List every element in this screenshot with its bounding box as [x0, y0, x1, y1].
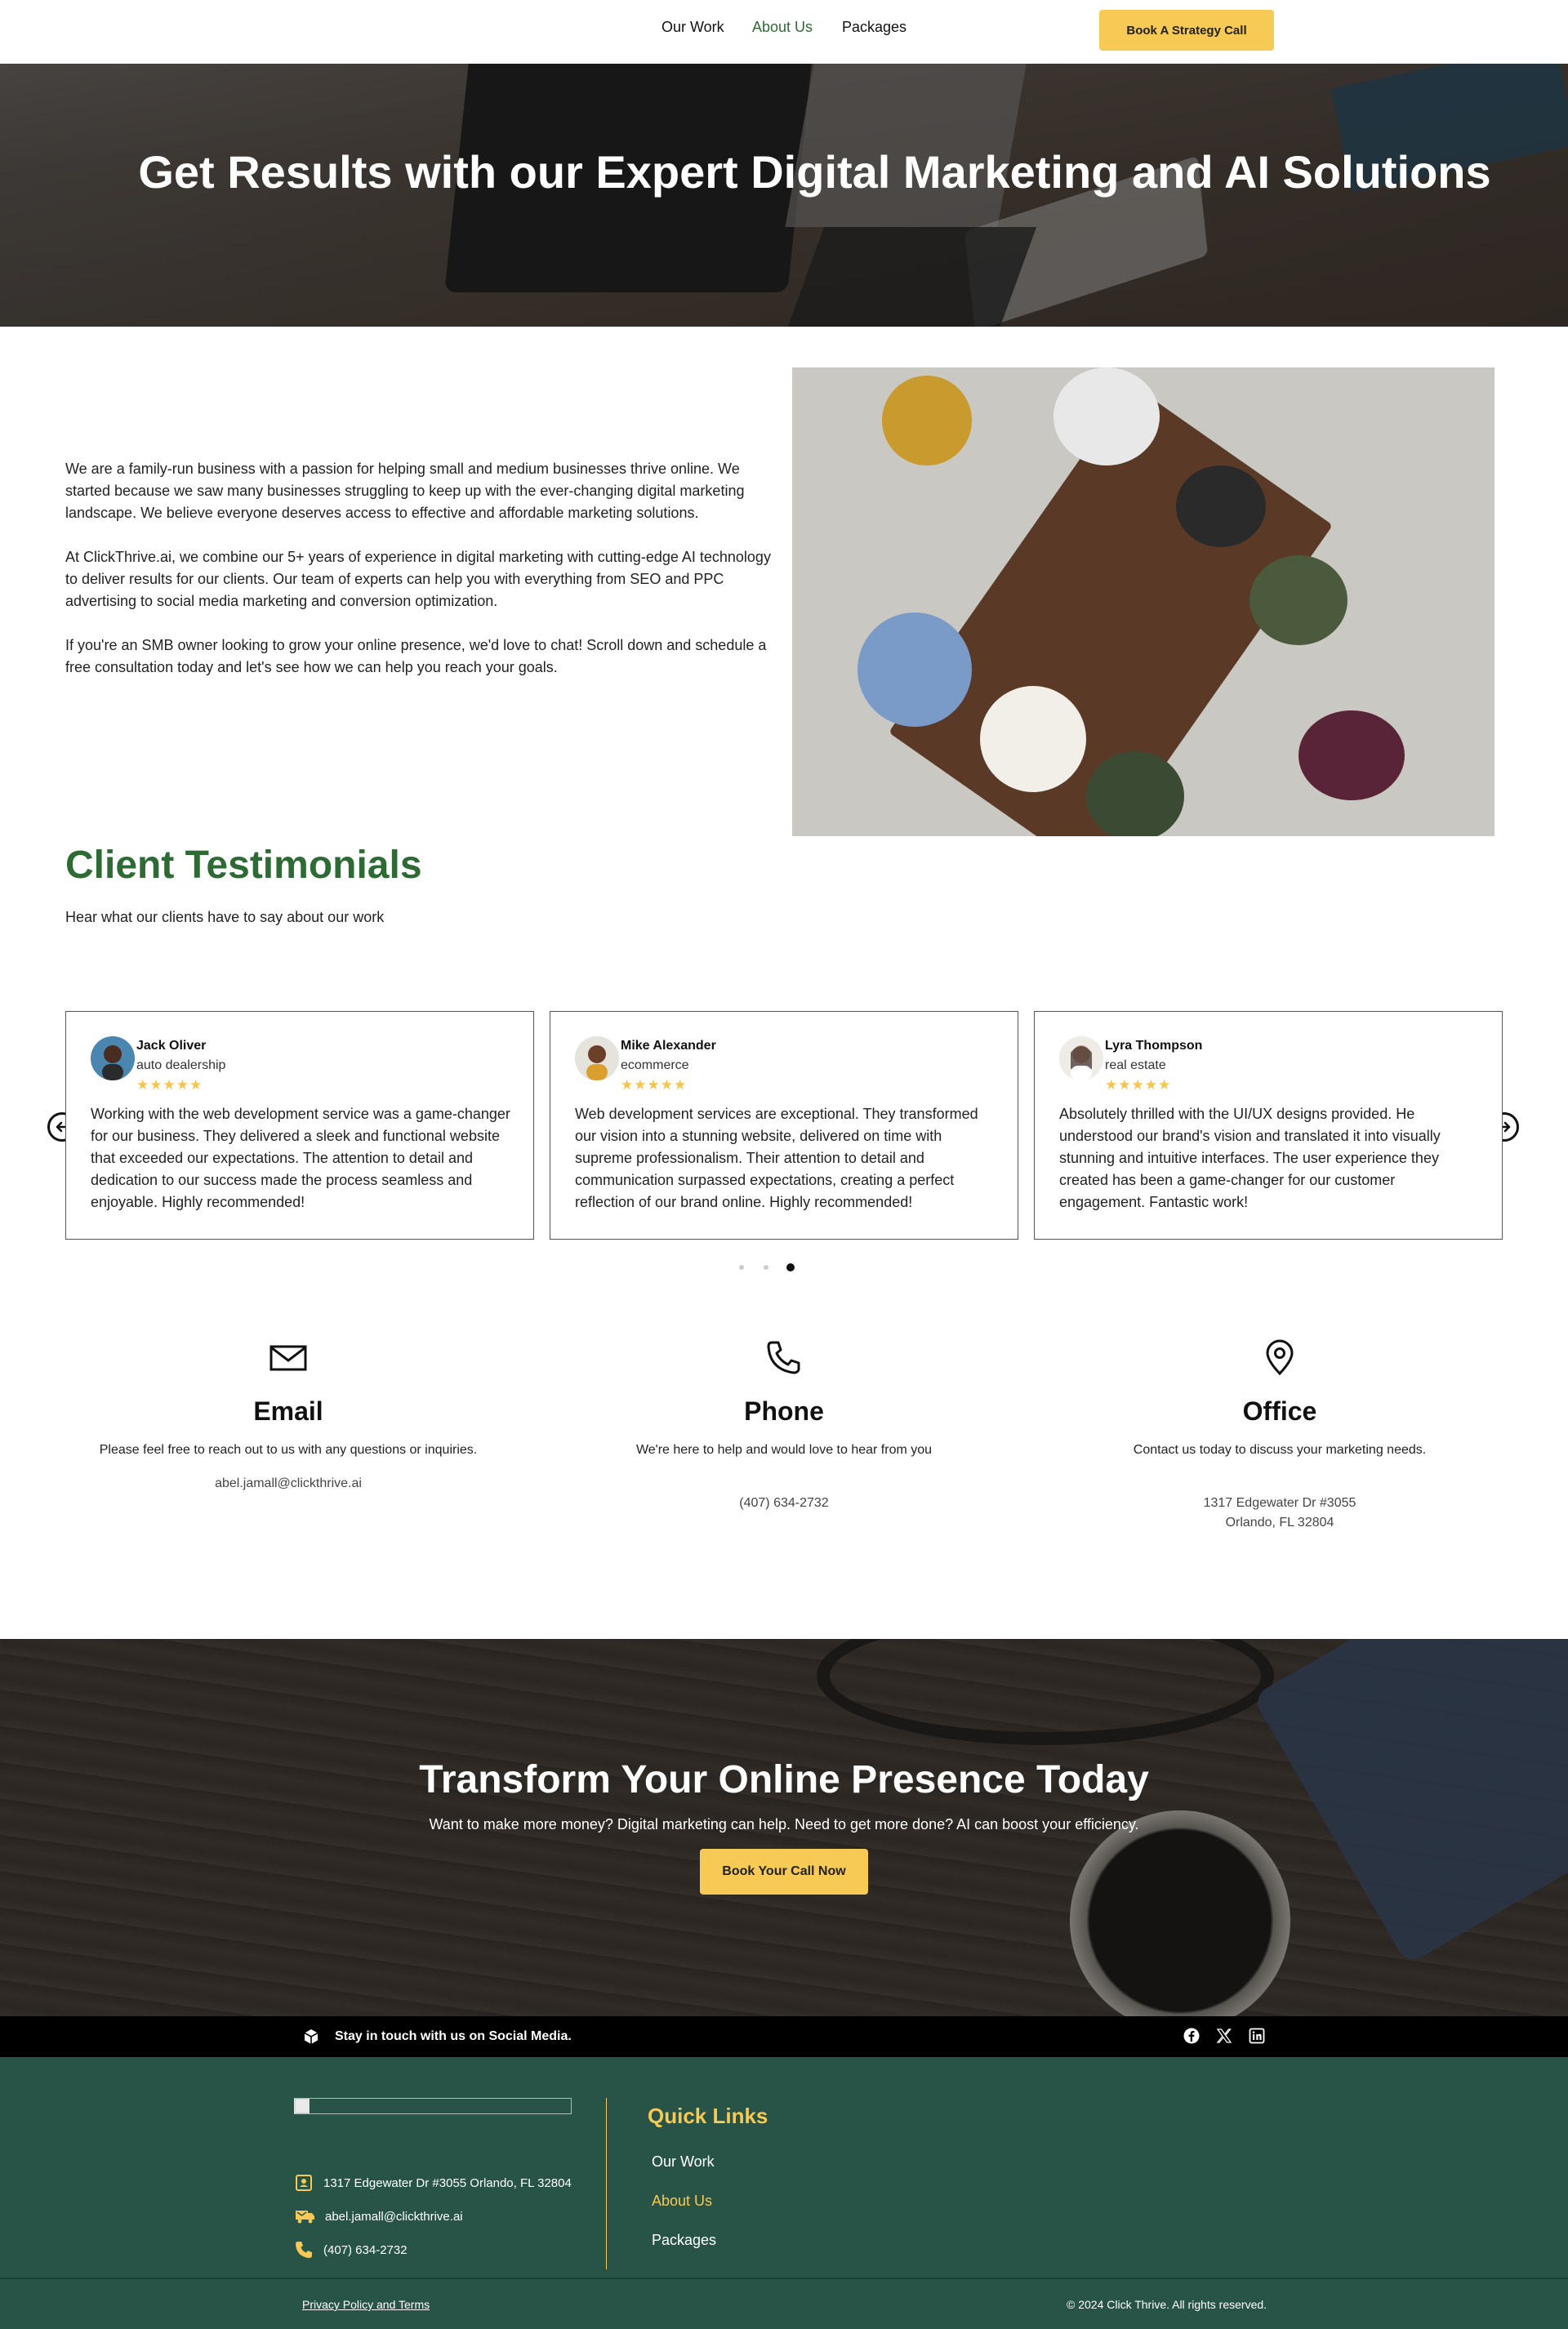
- about-paragraph: We are a family-run business with a pass…: [65, 461, 745, 521]
- nav-about-us[interactable]: About Us: [752, 19, 813, 36]
- cta-title: Transform Your Online Presence Today: [419, 1758, 1149, 1801]
- nav-packages[interactable]: Packages: [842, 19, 906, 36]
- about-paragraph: If you're an SMB owner looking to grow y…: [65, 637, 767, 675]
- reviewer-role: real estate: [1105, 1058, 1166, 1072]
- avatar: [1059, 1036, 1103, 1080]
- photo-person: [1298, 710, 1405, 800]
- contact-phone-value[interactable]: (407) 634-2732: [539, 1494, 1029, 1513]
- star-rating: ★★★★★: [136, 1077, 203, 1093]
- reviewer-name: Jack Oliver: [136, 1039, 207, 1053]
- address-line: Orlando, FL 32804: [1225, 1516, 1334, 1530]
- contact-email: Email Please feel free to reach out to u…: [43, 1339, 533, 1494]
- top-nav: Our Work About Us Packages Book A Strate…: [0, 0, 1568, 64]
- footer-link-about-us[interactable]: About Us: [652, 2193, 712, 2210]
- hero-title: Get Results with our Expert Digital Mark…: [138, 146, 1491, 198]
- reviewer-role: ecommerce: [621, 1058, 689, 1072]
- footer-address-row: 1317 Edgewater Dr #3055 Orlando, FL 3280…: [294, 2173, 572, 2193]
- mail-icon: [270, 1345, 307, 1371]
- reviewer-name: Mike Alexander: [621, 1039, 716, 1053]
- testimonials-subtitle: Hear what our clients have to say about …: [65, 909, 385, 925]
- team-meeting-photo: [792, 367, 1494, 836]
- footer-phone-row: (407) 634-2732: [294, 2240, 408, 2260]
- footer: 1317 Edgewater Dr #3055 Orlando, FL 3280…: [0, 2057, 1568, 2329]
- footer-divider: [606, 2098, 607, 2269]
- carousel-dot[interactable]: [739, 1265, 744, 1270]
- nav-our-work[interactable]: Our Work: [662, 19, 724, 36]
- testimonial-card: Jack Oliver auto dealership ★★★★★ Workin…: [65, 1011, 534, 1240]
- linkedin-icon[interactable]: [1248, 2027, 1266, 2045]
- footer-bottom-divider: [0, 2278, 1568, 2279]
- star-rating: ★★★★★: [621, 1077, 688, 1093]
- contact-card-icon: [296, 2175, 312, 2191]
- photo-person: [1086, 751, 1184, 836]
- contact-phone: Phone We're here to help and would love …: [539, 1339, 1029, 1513]
- footer-link-packages[interactable]: Packages: [652, 2232, 716, 2249]
- privacy-policy-link[interactable]: Privacy Policy and Terms: [302, 2298, 430, 2311]
- testimonials-title: Client Testimonials: [65, 844, 422, 887]
- facebook-icon[interactable]: [1183, 2027, 1200, 2045]
- carousel-dot-active[interactable]: [786, 1263, 795, 1271]
- social-message: Stay in touch with us on Social Media.: [335, 2029, 572, 2043]
- photo-person: [858, 612, 972, 727]
- footer-logo-image[interactable]: [294, 2098, 572, 2114]
- about-text: We are a family-run business with a pass…: [65, 458, 776, 701]
- reviewer-role: auto dealership: [136, 1058, 226, 1072]
- photo-person: [882, 376, 972, 465]
- contact-email-value[interactable]: abel.jamall@clickthrive.ai: [43, 1474, 533, 1494]
- testimonial-quote: Web development services are exceptional…: [575, 1106, 978, 1210]
- carousel-dot[interactable]: [764, 1265, 768, 1270]
- phone-icon: [296, 2242, 312, 2258]
- contact-description: Please feel free to reach out to us with…: [99, 1443, 478, 1457]
- photo-person: [1250, 555, 1348, 645]
- box-icon: [304, 2029, 318, 2044]
- phone-icon: [767, 1341, 800, 1374]
- social-strip: Stay in touch with us on Social Media.: [0, 2016, 1568, 2057]
- footer-phone[interactable]: (407) 634-2732: [323, 2243, 408, 2257]
- contact-description: We're here to help and would love to hea…: [635, 1443, 933, 1457]
- photo-person: [980, 686, 1086, 792]
- cta-subtitle: Want to make more money? Digital marketi…: [429, 1816, 1139, 1832]
- x-icon[interactable]: [1215, 2027, 1233, 2045]
- contact-description: Contact us today to discuss your marketi…: [1133, 1443, 1427, 1457]
- star-rating: ★★★★★: [1105, 1077, 1172, 1093]
- footer-email-row: abel.jamall@clickthrive.ai: [294, 2207, 463, 2226]
- copyright-text: © 2024 Click Thrive. All rights reserved…: [1067, 2298, 1267, 2311]
- hero-banner: Get Results with our Expert Digital Mark…: [0, 64, 1568, 327]
- reviewer-name: Lyra Thompson: [1105, 1039, 1203, 1053]
- book-strategy-call-button[interactable]: Book A Strategy Call: [1099, 10, 1274, 51]
- quick-links-title: Quick Links: [648, 2104, 768, 2128]
- mail-truck-icon: [296, 2211, 314, 2224]
- map-pin-icon: [1266, 1339, 1294, 1375]
- footer-email[interactable]: abel.jamall@clickthrive.ai: [325, 2210, 463, 2224]
- contact-title: Phone: [744, 1396, 824, 1426]
- contact-office: Office Contact us today to discuss your …: [1035, 1339, 1525, 1533]
- photo-person: [1176, 465, 1266, 547]
- contact-office-address: 1317 Edgewater Dr #3055 Orlando, FL 3280…: [1035, 1494, 1525, 1533]
- contact-title: Email: [253, 1396, 323, 1426]
- footer-link-our-work[interactable]: Our Work: [652, 2153, 715, 2171]
- testimonial-quote: Working with the web development service…: [91, 1106, 510, 1210]
- avatar: [575, 1036, 619, 1080]
- footer-address: 1317 Edgewater Dr #3055 Orlando, FL 3280…: [323, 2175, 572, 2190]
- testimonial-quote: Absolutely thrilled with the UI/UX desig…: [1059, 1106, 1441, 1210]
- testimonial-card: Mike Alexander ecommerce ★★★★★ Web devel…: [550, 1011, 1018, 1240]
- broken-image-icon: [295, 2099, 310, 2113]
- photo-person: [1054, 367, 1160, 465]
- avatar: [91, 1036, 135, 1080]
- contact-title: Office: [1242, 1396, 1317, 1426]
- cta-band: Transform Your Online Presence Today Wan…: [0, 1639, 1568, 2016]
- testimonial-card: Lyra Thompson real estate ★★★★★ Absolute…: [1034, 1011, 1503, 1240]
- about-paragraph: At ClickThrive.ai, we combine our 5+ yea…: [65, 549, 771, 609]
- address-line: 1317 Edgewater Dr #3055: [1203, 1496, 1356, 1510]
- book-call-button[interactable]: Book Your Call Now: [700, 1849, 868, 1895]
